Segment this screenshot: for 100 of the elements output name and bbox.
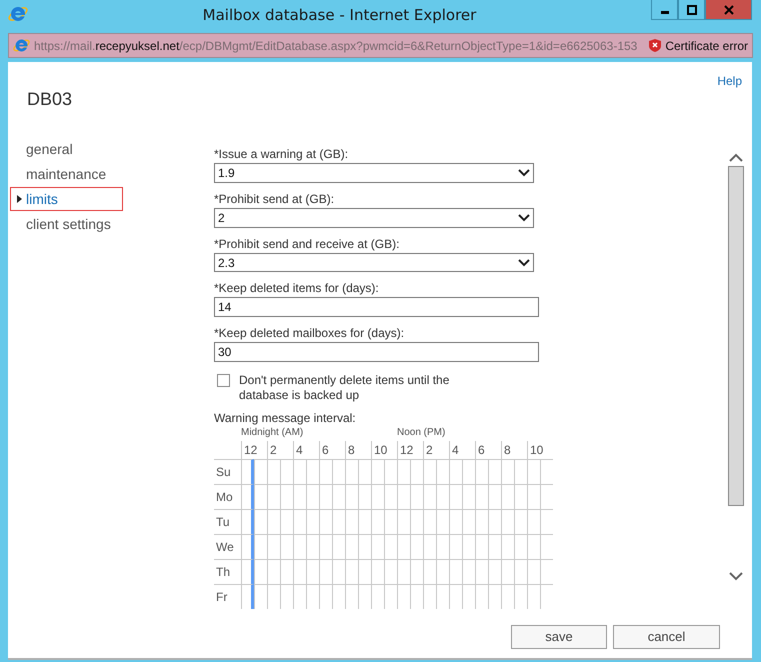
schedule-cell[interactable] [358, 484, 371, 509]
schedule-cell[interactable] [332, 584, 345, 609]
schedule-cell[interactable] [397, 509, 410, 534]
schedule-cell[interactable] [319, 459, 332, 484]
schedule-cell[interactable] [371, 559, 384, 584]
schedule-cell[interactable] [527, 584, 540, 609]
schedule-cell[interactable] [267, 559, 280, 584]
schedule-cell[interactable] [514, 484, 527, 509]
schedule-cell[interactable] [267, 459, 280, 484]
schedule-cell[interactable] [319, 484, 332, 509]
schedule-cell[interactable] [488, 509, 501, 534]
schedule-cell[interactable] [436, 484, 449, 509]
schedule-cell[interactable] [267, 509, 280, 534]
schedule-cell[interactable] [423, 509, 436, 534]
schedule-cell[interactable] [293, 584, 306, 609]
address-bar[interactable]: https://mail.recepyuksel.net/ecp/DBMgmt/EditDatabase.aspx?pwmcid=6&ReturnObjectType=1&id=e6625063-153 Certificate error [8, 33, 753, 58]
schedule-cell[interactable] [527, 534, 540, 559]
schedule-cell[interactable] [345, 459, 358, 484]
schedule-cell[interactable] [371, 484, 384, 509]
schedule-cell[interactable] [280, 459, 293, 484]
input-field[interactable]: 14 [214, 297, 539, 318]
schedule-cell[interactable] [384, 584, 397, 609]
schedule-cell[interactable] [501, 459, 514, 484]
schedule-cell[interactable] [319, 509, 332, 534]
schedule-cell[interactable] [254, 534, 267, 559]
schedule-cell[interactable] [462, 484, 475, 509]
schedule-cell[interactable] [501, 484, 514, 509]
schedule-cell[interactable] [449, 559, 462, 584]
schedule-cell[interactable] [241, 534, 254, 559]
schedule-cell[interactable] [254, 484, 267, 509]
schedule-cell[interactable] [306, 534, 319, 559]
schedule-cell[interactable] [514, 584, 527, 609]
schedule-cell[interactable] [384, 459, 397, 484]
schedule-cell[interactable] [436, 559, 449, 584]
schedule-cell[interactable] [488, 534, 501, 559]
schedule-cell[interactable] [280, 559, 293, 584]
schedule-cell[interactable] [410, 484, 423, 509]
schedule-cell[interactable] [501, 509, 514, 534]
schedule-cell[interactable] [449, 459, 462, 484]
schedule-cell[interactable] [319, 584, 332, 609]
dropdown-field[interactable]: 2 [214, 208, 534, 228]
schedule-cell[interactable] [254, 509, 267, 534]
schedule-cell[interactable] [345, 484, 358, 509]
nav-item[interactable]: maintenance [10, 162, 123, 186]
schedule-cell[interactable] [280, 534, 293, 559]
schedule-cell[interactable] [280, 484, 293, 509]
close-button[interactable] [705, 0, 752, 20]
certificate-error-text[interactable]: Certificate error [665, 38, 748, 52]
schedule-cell[interactable] [358, 584, 371, 609]
schedule-cell[interactable] [345, 584, 358, 609]
schedule-cell[interactable] [332, 459, 345, 484]
schedule-cell[interactable] [410, 584, 423, 609]
schedule-cell[interactable] [423, 559, 436, 584]
schedule-cell[interactable] [397, 584, 410, 609]
schedule-cell[interactable] [319, 559, 332, 584]
schedule-cell[interactable] [241, 584, 254, 609]
schedule-cell[interactable] [514, 534, 527, 559]
schedule-cell[interactable] [475, 534, 488, 559]
schedule-cell[interactable] [384, 559, 397, 584]
help-link[interactable]: Help [717, 74, 742, 88]
schedule-cell[interactable] [254, 559, 267, 584]
schedule-cell[interactable] [371, 584, 384, 609]
schedule-cell[interactable] [345, 509, 358, 534]
schedule-cell[interactable] [267, 584, 280, 609]
schedule-cell[interactable] [280, 509, 293, 534]
schedule-cell[interactable] [423, 459, 436, 484]
nav-item[interactable]: general [10, 137, 123, 161]
schedule-cell[interactable] [267, 534, 280, 559]
schedule-cell[interactable] [410, 559, 423, 584]
schedule-cell[interactable] [540, 559, 553, 584]
schedule-cell[interactable] [475, 584, 488, 609]
checkbox[interactable] [217, 374, 230, 388]
schedule-cell[interactable] [410, 509, 423, 534]
schedule-cell[interactable] [540, 459, 553, 484]
schedule-cell[interactable] [488, 559, 501, 584]
schedule-cell[interactable] [475, 484, 488, 509]
schedule-cell[interactable] [293, 509, 306, 534]
schedule-cell[interactable] [488, 484, 501, 509]
schedule-cell[interactable] [423, 484, 436, 509]
schedule-cell[interactable] [371, 509, 384, 534]
schedule-cell[interactable] [397, 559, 410, 584]
schedule-cell[interactable] [293, 534, 306, 559]
schedule-cell[interactable] [410, 459, 423, 484]
schedule-cell[interactable] [423, 584, 436, 609]
schedule-cell[interactable] [241, 559, 254, 584]
schedule-cell[interactable] [254, 459, 267, 484]
schedule-cell[interactable] [527, 484, 540, 509]
schedule-cell[interactable] [384, 509, 397, 534]
schedule-cell[interactable] [462, 559, 475, 584]
schedule-cell[interactable] [436, 459, 449, 484]
schedule-cell[interactable] [514, 459, 527, 484]
schedule-cell[interactable] [449, 584, 462, 609]
scrollbar-thumb[interactable] [728, 166, 744, 506]
minimize-button[interactable] [651, 0, 678, 20]
schedule-cell[interactable] [423, 534, 436, 559]
schedule-cell[interactable] [449, 509, 462, 534]
schedule-cell[interactable] [462, 459, 475, 484]
schedule-cell[interactable] [293, 559, 306, 584]
schedule-cell[interactable] [254, 584, 267, 609]
schedule-cell[interactable] [501, 534, 514, 559]
